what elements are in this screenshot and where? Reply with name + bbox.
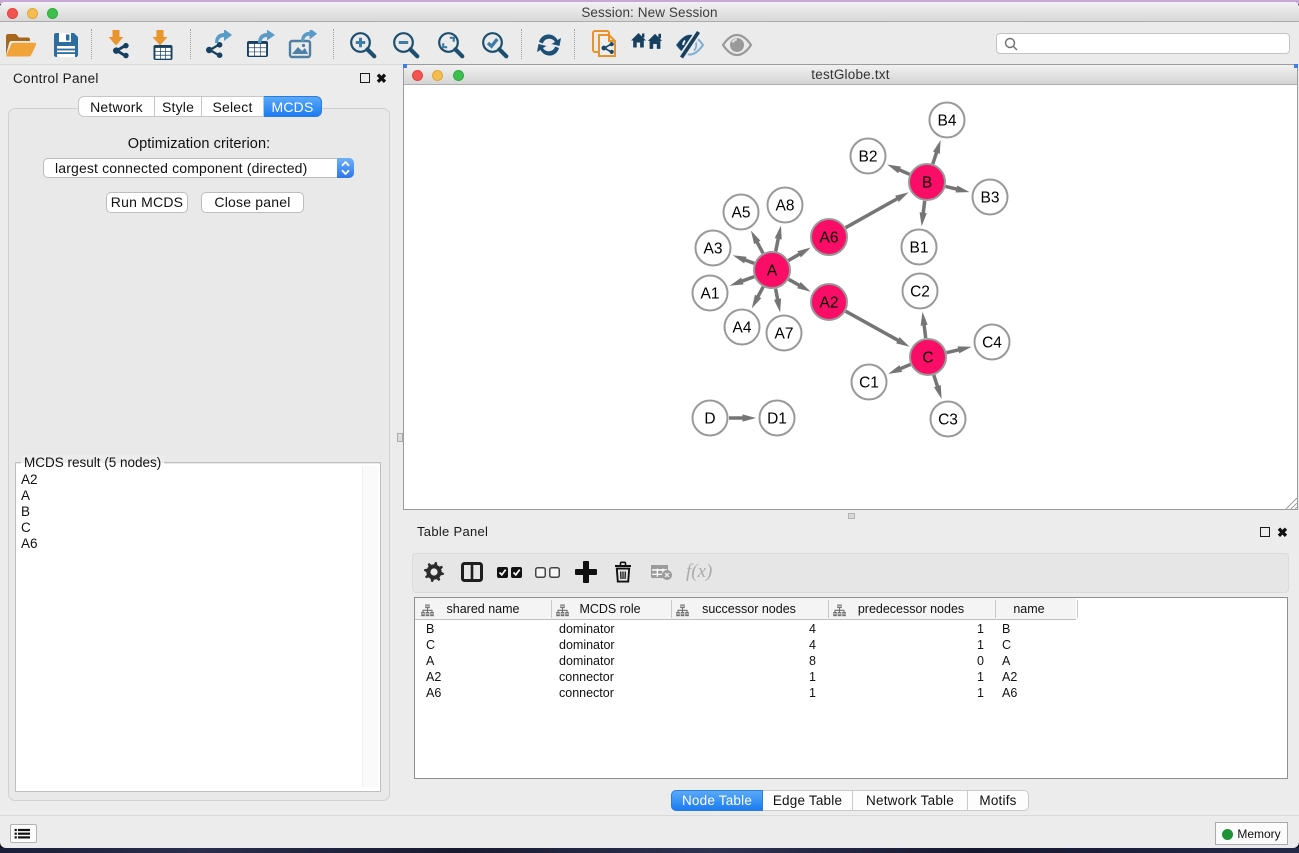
svg-text:A1: A1 [701,286,720,303]
svg-text:B1: B1 [910,240,929,257]
svg-text:C1: C1 [859,375,879,392]
svg-text:C3: C3 [938,412,958,429]
svg-text:A4: A4 [733,320,752,337]
svg-text:B: B [922,175,932,192]
svg-text:D1: D1 [767,411,787,428]
svg-text:A2: A2 [820,295,839,312]
svg-text:B3: B3 [981,190,1000,207]
svg-text:A3: A3 [704,241,723,258]
svg-text:A6: A6 [820,230,839,247]
svg-text:A8: A8 [776,198,795,215]
svg-text:A5: A5 [732,205,751,222]
svg-text:B2: B2 [859,149,878,166]
svg-text:A: A [767,263,778,280]
svg-text:C2: C2 [910,284,930,301]
svg-text:D: D [704,411,715,428]
svg-text:B4: B4 [938,113,957,130]
svg-text:A7: A7 [775,326,794,343]
svg-text:C4: C4 [982,335,1002,352]
svg-text:C: C [922,350,933,367]
